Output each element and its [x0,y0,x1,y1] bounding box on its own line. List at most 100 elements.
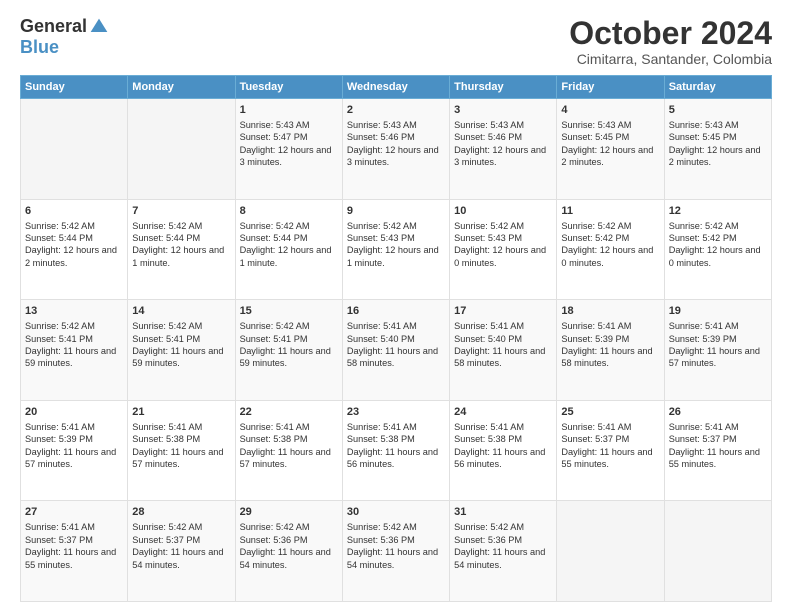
day-number: 29 [240,505,338,520]
day-number: 1 [240,103,338,118]
calendar-week-row: 13Sunrise: 5:42 AMSunset: 5:41 PMDayligh… [21,300,772,401]
calendar-cell: 7Sunrise: 5:42 AMSunset: 5:44 PMDaylight… [128,199,235,300]
calendar-cell: 9Sunrise: 5:42 AMSunset: 5:43 PMDaylight… [342,199,449,300]
day-number: 9 [347,204,445,219]
sunset-text: Sunset: 5:42 PM [561,232,659,244]
sunset-text: Sunset: 5:38 PM [454,433,552,445]
daylight-text: Daylight: 12 hours and 2 minutes. [25,244,123,269]
calendar-week-row: 1Sunrise: 5:43 AMSunset: 5:47 PMDaylight… [21,99,772,200]
sunrise-text: Sunrise: 5:42 AM [132,320,230,332]
day-number: 2 [347,103,445,118]
header: General Blue October 2024 Cimitarra, San… [20,16,772,67]
calendar-cell: 5Sunrise: 5:43 AMSunset: 5:45 PMDaylight… [664,99,771,200]
calendar-cell: 25Sunrise: 5:41 AMSunset: 5:37 PMDayligh… [557,400,664,501]
calendar-cell: 13Sunrise: 5:42 AMSunset: 5:41 PMDayligh… [21,300,128,401]
daylight-text: Daylight: 11 hours and 55 minutes. [25,546,123,571]
logo-blue-text: Blue [20,37,59,57]
day-number: 16 [347,304,445,319]
sunset-text: Sunset: 5:46 PM [347,131,445,143]
calendar-cell: 3Sunrise: 5:43 AMSunset: 5:46 PMDaylight… [450,99,557,200]
sunset-text: Sunset: 5:40 PM [347,333,445,345]
day-number: 31 [454,505,552,520]
calendar-cell: 31Sunrise: 5:42 AMSunset: 5:36 PMDayligh… [450,501,557,602]
sunrise-text: Sunrise: 5:42 AM [132,521,230,533]
calendar-cell: 17Sunrise: 5:41 AMSunset: 5:40 PMDayligh… [450,300,557,401]
sunrise-text: Sunrise: 5:43 AM [561,119,659,131]
calendar-cell: 10Sunrise: 5:42 AMSunset: 5:43 PMDayligh… [450,199,557,300]
logo-icon [89,17,109,37]
daylight-text: Daylight: 12 hours and 3 minutes. [347,144,445,169]
sunrise-text: Sunrise: 5:41 AM [132,421,230,433]
calendar-cell: 16Sunrise: 5:41 AMSunset: 5:40 PMDayligh… [342,300,449,401]
sunset-text: Sunset: 5:43 PM [454,232,552,244]
sunrise-text: Sunrise: 5:41 AM [347,320,445,332]
sunrise-text: Sunrise: 5:41 AM [669,320,767,332]
sunrise-text: Sunrise: 5:41 AM [347,421,445,433]
sunrise-text: Sunrise: 5:41 AM [454,421,552,433]
sunset-text: Sunset: 5:36 PM [347,534,445,546]
calendar-cell: 4Sunrise: 5:43 AMSunset: 5:45 PMDaylight… [557,99,664,200]
daylight-text: Daylight: 11 hours and 54 minutes. [240,546,338,571]
sunset-text: Sunset: 5:38 PM [240,433,338,445]
calendar-cell: 30Sunrise: 5:42 AMSunset: 5:36 PMDayligh… [342,501,449,602]
calendar-week-row: 20Sunrise: 5:41 AMSunset: 5:39 PMDayligh… [21,400,772,501]
logo: General Blue [20,16,109,58]
day-of-week-header: Saturday [664,76,771,99]
day-number: 26 [669,405,767,420]
daylight-text: Daylight: 12 hours and 2 minutes. [561,144,659,169]
daylight-text: Daylight: 11 hours and 55 minutes. [669,446,767,471]
sunset-text: Sunset: 5:37 PM [132,534,230,546]
sunrise-text: Sunrise: 5:41 AM [561,320,659,332]
day-number: 23 [347,405,445,420]
daylight-text: Daylight: 12 hours and 3 minutes. [240,144,338,169]
daylight-text: Daylight: 11 hours and 57 minutes. [25,446,123,471]
header-right: October 2024 Cimitarra, Santander, Colom… [569,16,772,67]
sunrise-text: Sunrise: 5:43 AM [454,119,552,131]
daylight-text: Daylight: 12 hours and 0 minutes. [454,244,552,269]
sunrise-text: Sunrise: 5:41 AM [25,521,123,533]
sunrise-text: Sunrise: 5:43 AM [669,119,767,131]
day-number: 8 [240,204,338,219]
calendar-cell: 24Sunrise: 5:41 AMSunset: 5:38 PMDayligh… [450,400,557,501]
daylight-text: Daylight: 12 hours and 0 minutes. [669,244,767,269]
sunset-text: Sunset: 5:39 PM [561,333,659,345]
day-number: 27 [25,505,123,520]
day-number: 17 [454,304,552,319]
daylight-text: Daylight: 11 hours and 59 minutes. [25,345,123,370]
daylight-text: Daylight: 12 hours and 0 minutes. [561,244,659,269]
day-number: 24 [454,405,552,420]
day-number: 10 [454,204,552,219]
sunrise-text: Sunrise: 5:41 AM [25,421,123,433]
sunrise-text: Sunrise: 5:42 AM [669,220,767,232]
sunrise-text: Sunrise: 5:41 AM [561,421,659,433]
day-number: 20 [25,405,123,420]
daylight-text: Daylight: 11 hours and 56 minutes. [347,446,445,471]
calendar-cell: 6Sunrise: 5:42 AMSunset: 5:44 PMDaylight… [21,199,128,300]
calendar-header-row: SundayMondayTuesdayWednesdayThursdayFrid… [21,76,772,99]
day-number: 25 [561,405,659,420]
sunrise-text: Sunrise: 5:42 AM [240,220,338,232]
calendar-cell: 22Sunrise: 5:41 AMSunset: 5:38 PMDayligh… [235,400,342,501]
sunset-text: Sunset: 5:45 PM [669,131,767,143]
sunset-text: Sunset: 5:38 PM [347,433,445,445]
sunrise-text: Sunrise: 5:41 AM [240,421,338,433]
sunset-text: Sunset: 5:39 PM [669,333,767,345]
daylight-text: Daylight: 11 hours and 58 minutes. [454,345,552,370]
daylight-text: Daylight: 12 hours and 3 minutes. [454,144,552,169]
calendar-cell: 12Sunrise: 5:42 AMSunset: 5:42 PMDayligh… [664,199,771,300]
page: General Blue October 2024 Cimitarra, San… [0,0,792,612]
calendar-cell: 2Sunrise: 5:43 AMSunset: 5:46 PMDaylight… [342,99,449,200]
daylight-text: Daylight: 12 hours and 1 minute. [240,244,338,269]
sunrise-text: Sunrise: 5:41 AM [669,421,767,433]
daylight-text: Daylight: 11 hours and 58 minutes. [347,345,445,370]
sunset-text: Sunset: 5:46 PM [454,131,552,143]
sunset-text: Sunset: 5:44 PM [240,232,338,244]
sunset-text: Sunset: 5:41 PM [240,333,338,345]
day-number: 18 [561,304,659,319]
calendar-cell: 28Sunrise: 5:42 AMSunset: 5:37 PMDayligh… [128,501,235,602]
sunset-text: Sunset: 5:43 PM [347,232,445,244]
calendar-cell: 18Sunrise: 5:41 AMSunset: 5:39 PMDayligh… [557,300,664,401]
sunset-text: Sunset: 5:40 PM [454,333,552,345]
day-number: 15 [240,304,338,319]
sunset-text: Sunset: 5:44 PM [25,232,123,244]
